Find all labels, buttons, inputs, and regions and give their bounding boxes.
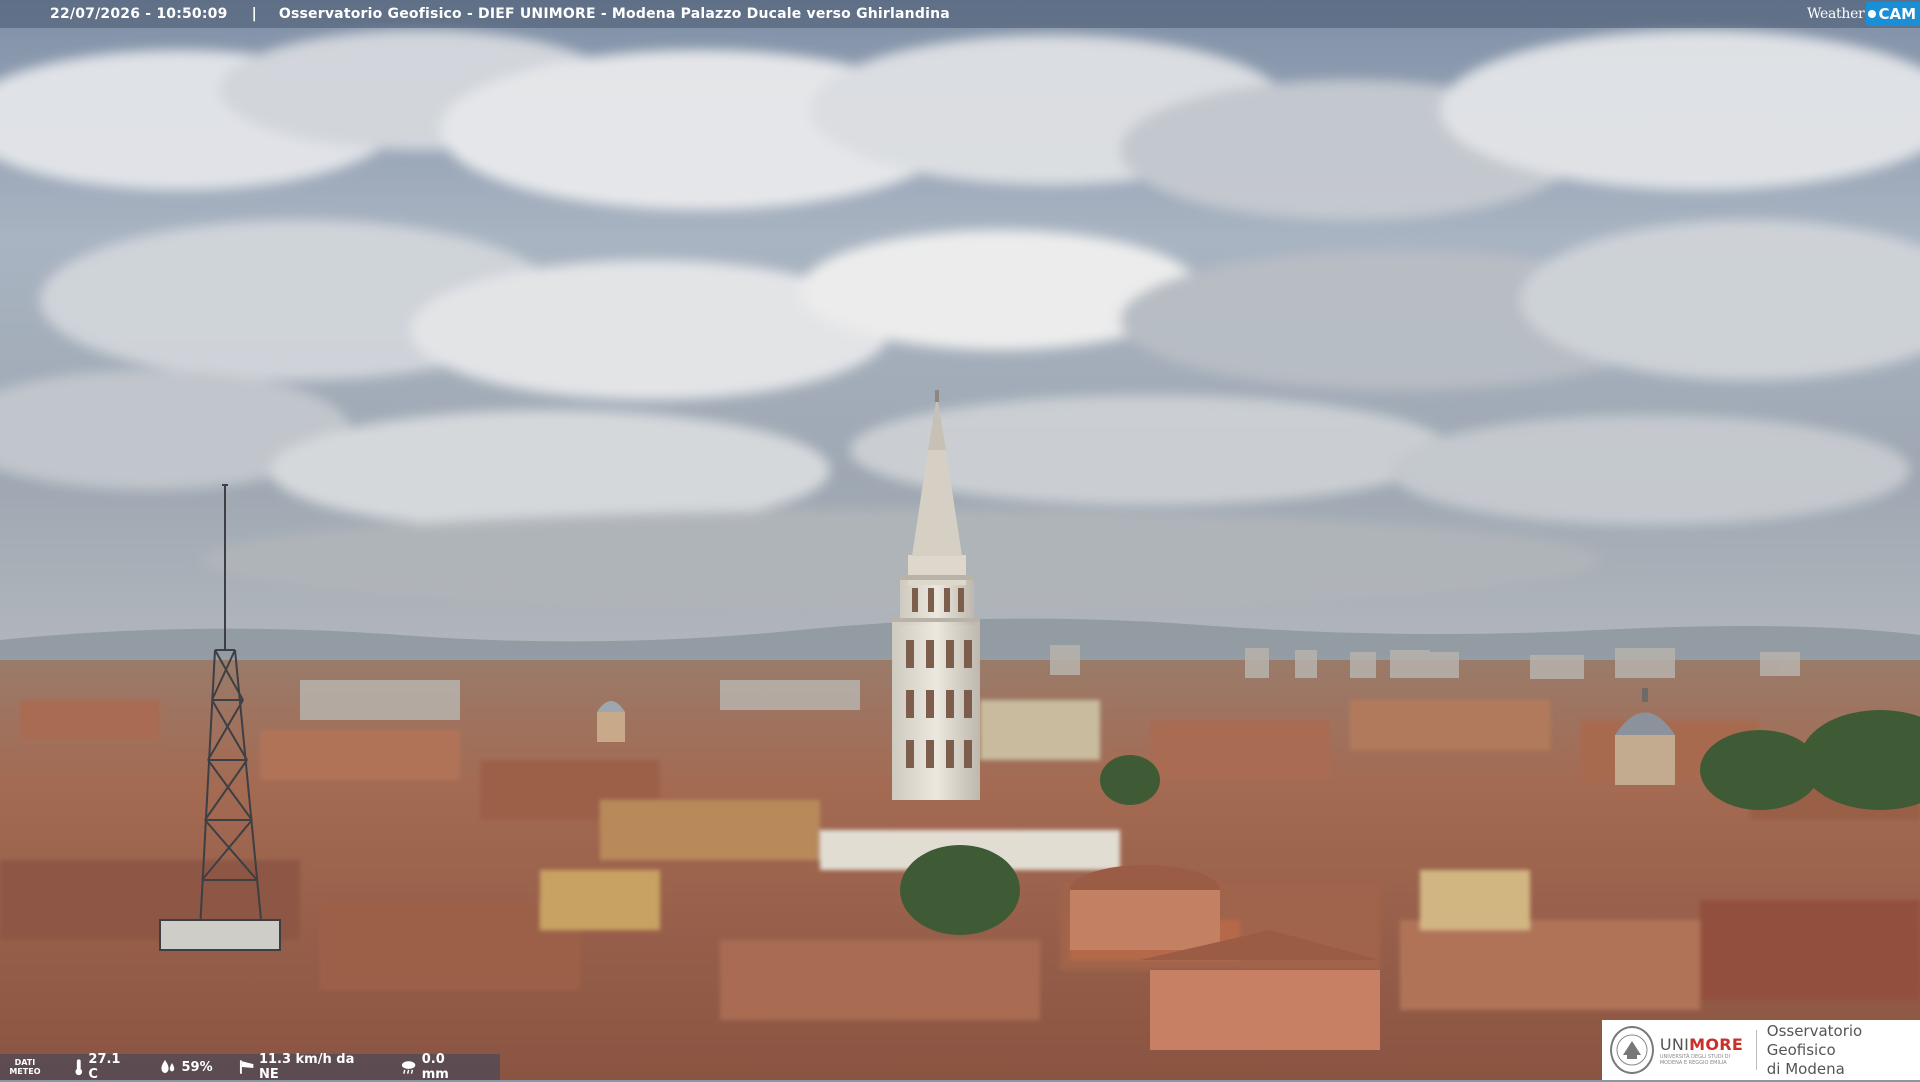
observatory-name: Osservatorio Geofisico di Modena [1767,1022,1920,1079]
thermometer-icon [75,1059,82,1076]
university-seal-icon [1610,1026,1654,1074]
weather-data-bar: DATI METEO 27.1 C 59% 11.3 km/h da NE 0.… [0,1052,500,1082]
rain-reading: 0.0 mm [400,1052,474,1082]
unimore-logo-box: UNIMORE UNIVERSITÀ DEGLI STUDI DI MODENA… [1602,1020,1920,1080]
weather-label-line2: METEO [9,1067,41,1076]
temperature-value: 27.1 C [88,1052,121,1082]
unimore-subtitle: UNIVERSITÀ DEGLI STUDI DI MODENA E REGGI… [1659,1053,1730,1066]
caption-separator: | [251,6,257,22]
unimore-suffix: MORE [1689,1034,1744,1054]
lens-dot-icon [1868,10,1877,18]
datetime-stamp: 22/07/2026 - 10:50:09 [50,6,228,22]
observatory-line1: Osservatorio Geofisico [1766,1021,1863,1059]
weather-label-line1: DATI [14,1058,36,1067]
observatory-line2: di Modena [1766,1059,1845,1078]
humidity-drop-icon [160,1060,174,1073]
weathercam-logo: Weather CAM [1807,0,1920,28]
weathercam-cam-box: CAM [1866,2,1920,26]
wind-sock-icon [239,1060,253,1074]
rain-cloud-icon [401,1061,415,1074]
humidity-reading: 59% [159,1059,213,1075]
wind-reading: 11.3 km/h da NE [239,1052,374,1082]
unimore-prefix: UNI [1659,1034,1690,1054]
webcam-scene [0,0,1920,1080]
weather-data-label: DATI METEO [0,1058,50,1076]
dome-left [597,701,625,742]
logo-divider [1755,1030,1757,1070]
caption-title: Osservatorio Geofisico - DIEF UNIMORE - … [278,6,950,22]
temperature-reading: 27.1 C [74,1052,133,1082]
unimore-name: UNIMORE UNIVERSITÀ DEGLI STUDI DI MODENA… [1660,1035,1748,1066]
caption-bar: 22/07/2026 - 10:50:09 | Osservatorio Geo… [0,0,1920,28]
wind-value: 11.3 km/h da NE [258,1052,355,1082]
weathercam-cam-text: CAM [1878,5,1916,23]
humidity-value: 59% [181,1059,213,1075]
rain-value: 0.0 mm [421,1052,449,1082]
weathercam-weather-text: Weather [1807,6,1865,22]
